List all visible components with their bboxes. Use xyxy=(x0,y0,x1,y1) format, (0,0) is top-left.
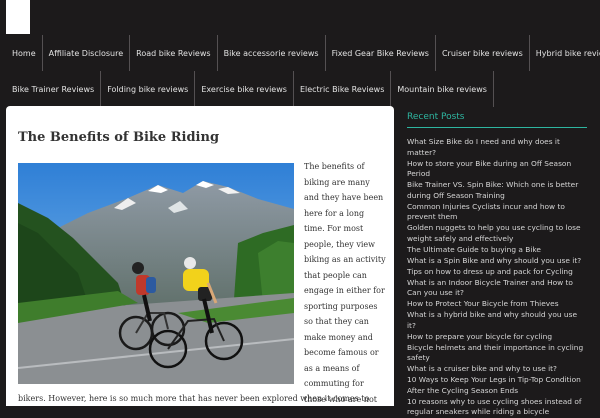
nav-row-1: Home Affiliate Disclosure Road bike Revi… xyxy=(0,35,600,71)
nav-item-mountain-bike-reviews[interactable]: Mountain bike reviews xyxy=(391,71,494,107)
site-logo[interactable] xyxy=(6,0,30,34)
post-body-bottom: bikers. However, here is so much more th… xyxy=(18,394,370,403)
recent-posts-title: Recent Posts xyxy=(407,112,465,122)
widget-divider xyxy=(407,127,587,128)
recent-post-link[interactable]: How to prepare your bicycle for cycling xyxy=(407,332,587,343)
nav-item-bike-trainer-reviews[interactable]: Bike Trainer Reviews xyxy=(0,71,102,107)
recent-post-link[interactable]: How to Protect Your Bicycle from Thieves xyxy=(407,299,587,310)
nav-item-road-bike-reviews[interactable]: Road bike Reviews xyxy=(130,35,218,71)
recent-post-link[interactable]: Tips on how to dress up and pack for Cyc… xyxy=(407,267,587,278)
post-content: The Benefits of Bike Riding The benefits… xyxy=(6,106,394,406)
post-body-side: The benefits of biking are many and they… xyxy=(304,162,386,404)
recent-post-link[interactable]: Bicycle helmets and their importance in … xyxy=(407,343,587,364)
recent-post-link[interactable]: What is a cruiser bike and why to use it… xyxy=(407,364,587,375)
sidebar: Recent Posts What Size Bike do I need an… xyxy=(407,106,595,416)
nav-item-exercise-bike-reviews[interactable]: Exercise bike reviews xyxy=(195,71,294,107)
nav-item-electric-bike-reviews[interactable]: Electric Bike Reviews xyxy=(294,71,392,107)
recent-posts-list: What Size Bike do I need and why does it… xyxy=(407,137,587,418)
recent-post-link[interactable]: Golden nuggets to help you use cycling t… xyxy=(407,223,587,244)
recent-post-link[interactable]: Bike Trainer VS. Spin Bike: Which one is… xyxy=(407,180,587,201)
recent-post-link[interactable]: What is an Indoor Bicycle Trainer and Ho… xyxy=(407,278,587,299)
nav-item-fixed-gear-bike-reviews[interactable]: Fixed Gear Bike Reviews xyxy=(326,35,436,71)
recent-post-link[interactable]: What is a hybrid bike and why should you… xyxy=(407,310,587,331)
recent-post-link[interactable]: Common Injuries Cyclists incur and how t… xyxy=(407,202,587,223)
nav-item-cruiser-bike-reviews[interactable]: Cruiser bike reviews xyxy=(436,35,530,71)
nav-item-bike-accessorie-reviews[interactable]: Bike accessorie reviews xyxy=(218,35,326,71)
post-title[interactable]: The Benefits of Bike Riding xyxy=(18,130,219,145)
cyclists-mountain-photo xyxy=(18,163,294,384)
recent-post-link[interactable]: What is a Spin Bike and why should you u… xyxy=(407,256,587,267)
recent-post-link[interactable]: How to store your Bike during an Off Sea… xyxy=(407,159,587,180)
recent-post-link[interactable]: The Ultimate Guide to buying a Bike xyxy=(407,245,587,256)
nav-item-affiliate-disclosure[interactable]: Affiliate Disclosure xyxy=(43,35,131,71)
nav-row-2: Bike Trainer Reviews Folding bike review… xyxy=(0,71,494,107)
nav-item-home[interactable]: Home xyxy=(0,35,43,71)
nav-item-folding-bike-reviews[interactable]: Folding bike reviews xyxy=(101,71,196,107)
recent-post-link[interactable]: 10 Ways to Keep Your Legs in Tip-Top Con… xyxy=(407,375,587,396)
recent-post-link[interactable]: What Size Bike do I need and why does it… xyxy=(407,137,587,158)
nav-item-hybrid-bike-reviews[interactable]: Hybrid bike reviews xyxy=(530,35,600,71)
